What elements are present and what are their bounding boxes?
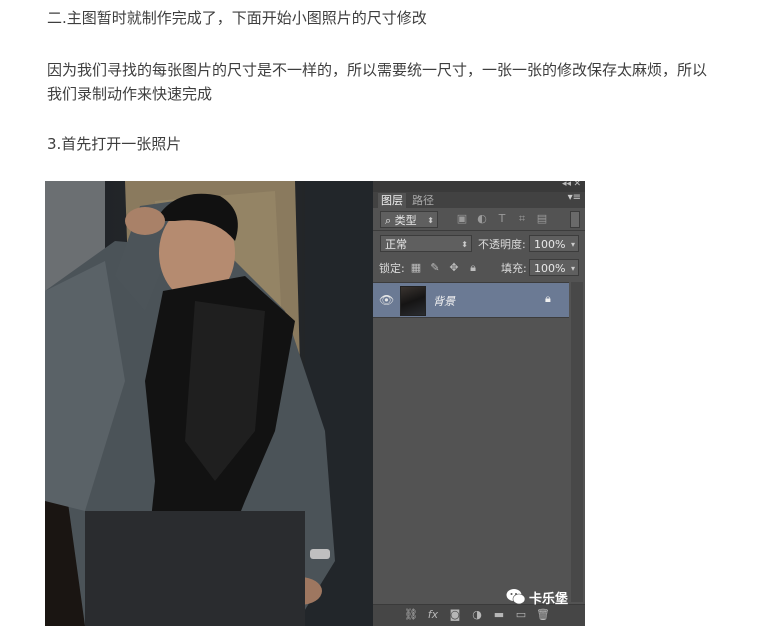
layers-panel: ◂◂ ✕ 图层 路径 ▾≡ ⌕ 类型 ⬍ ▣ ◐ T ⌗ ▤ 正常 ⬍ 不透明度… (373, 181, 585, 626)
chevron-down-icon: ⬍ (461, 240, 468, 249)
opacity-field[interactable]: 100% ▾ (529, 235, 579, 252)
layers-scrollbar[interactable] (571, 282, 583, 602)
layer-filter-label: ⌕ 类型 (385, 214, 417, 227)
opacity-label: 不透明度: (478, 238, 526, 251)
photoshop-screenshot: ◂◂ ✕ 图层 路径 ▾≡ ⌕ 类型 ⬍ ▣ ◐ T ⌗ ▤ 正常 ⬍ 不透明度… (45, 181, 585, 626)
lock-all-icon[interactable]: 🔒︎ (466, 261, 480, 275)
layer-thumbnail (400, 286, 426, 316)
photo-canvas (45, 181, 373, 626)
new-group-icon[interactable]: ▬ (491, 608, 507, 621)
new-layer-icon[interactable]: ▭ (513, 608, 529, 621)
link-layers-icon[interactable]: ⛓︎ (403, 608, 419, 621)
pixel-filter-icon[interactable]: ▣ (455, 212, 469, 225)
layer-row-background[interactable]: 👁︎ 背景 🔒︎ (373, 282, 569, 318)
layer-name: 背景 (433, 295, 455, 308)
type-filter-icon[interactable]: T (495, 212, 509, 225)
tab-layers[interactable]: 图层 (378, 193, 406, 208)
photo-illustration (45, 181, 373, 626)
fill-value: 100% (534, 262, 566, 275)
paragraph-explanation: 因为我们寻找的每张图片的尺寸是不一样的，所以需要统一尺寸，一张一张的修改保存太麻… (47, 61, 708, 103)
fill-field[interactable]: 100% ▾ (529, 259, 579, 276)
adjustment-layer-icon[interactable]: ◑ (469, 608, 485, 621)
chevron-down-icon: ⬍ (427, 216, 434, 225)
lock-icon: 🔒︎ (545, 292, 551, 305)
watermark-text: 卡乐堡 (529, 592, 569, 607)
trash-icon[interactable]: 🗑︎ (535, 608, 551, 621)
adjustment-filter-icon[interactable]: ◐ (475, 212, 489, 225)
blend-mode-value: 正常 (385, 238, 407, 251)
close-panel-icon[interactable]: ✕ (573, 181, 581, 189)
fx-icon[interactable]: fx (425, 608, 441, 621)
lock-image-icon[interactable]: ✎ (428, 261, 442, 274)
filter-toggle-switch[interactable] (570, 211, 580, 228)
eye-icon[interactable]: 👁︎ (379, 293, 394, 307)
paragraph-step-2: 二.主图暂时就制作完成了，下面开始小图照片的尺寸修改 (47, 9, 427, 27)
lock-transparent-icon[interactable]: ▦ (409, 261, 423, 274)
layer-filter-select[interactable]: ⌕ 类型 ⬍ (380, 211, 438, 228)
chevron-down-icon: ▾ (570, 264, 575, 273)
layers-bottom-toolbar: ⛓︎ fx ◙ ◑ ▬ ▭ 🗑︎ (373, 604, 585, 626)
divider (373, 230, 585, 231)
panel-tabs: 图层 路径 ▾≡ (373, 192, 585, 208)
panel-titlebar: ◂◂ ✕ (373, 181, 585, 192)
chevron-down-icon: ▾ (570, 240, 575, 249)
wechat-icon (506, 589, 526, 605)
fill-label: 填充: (501, 262, 527, 275)
lock-label: 锁定: (379, 262, 405, 275)
collapse-panel-icon[interactable]: ◂◂ (562, 181, 571, 189)
lock-position-icon[interactable]: ✥ (447, 261, 461, 274)
add-mask-icon[interactable]: ◙ (447, 608, 463, 621)
shape-filter-icon[interactable]: ⌗ (515, 212, 529, 226)
opacity-value: 100% (534, 238, 566, 251)
smart-object-filter-icon[interactable]: ▤ (535, 212, 549, 225)
blend-mode-select[interactable]: 正常 ⬍ (380, 235, 472, 252)
panel-menu-icon[interactable]: ▾≡ (568, 192, 581, 203)
tab-paths[interactable]: 路径 (409, 193, 437, 208)
paragraph-step-3: 3.首先打开一张照片 (47, 135, 182, 153)
